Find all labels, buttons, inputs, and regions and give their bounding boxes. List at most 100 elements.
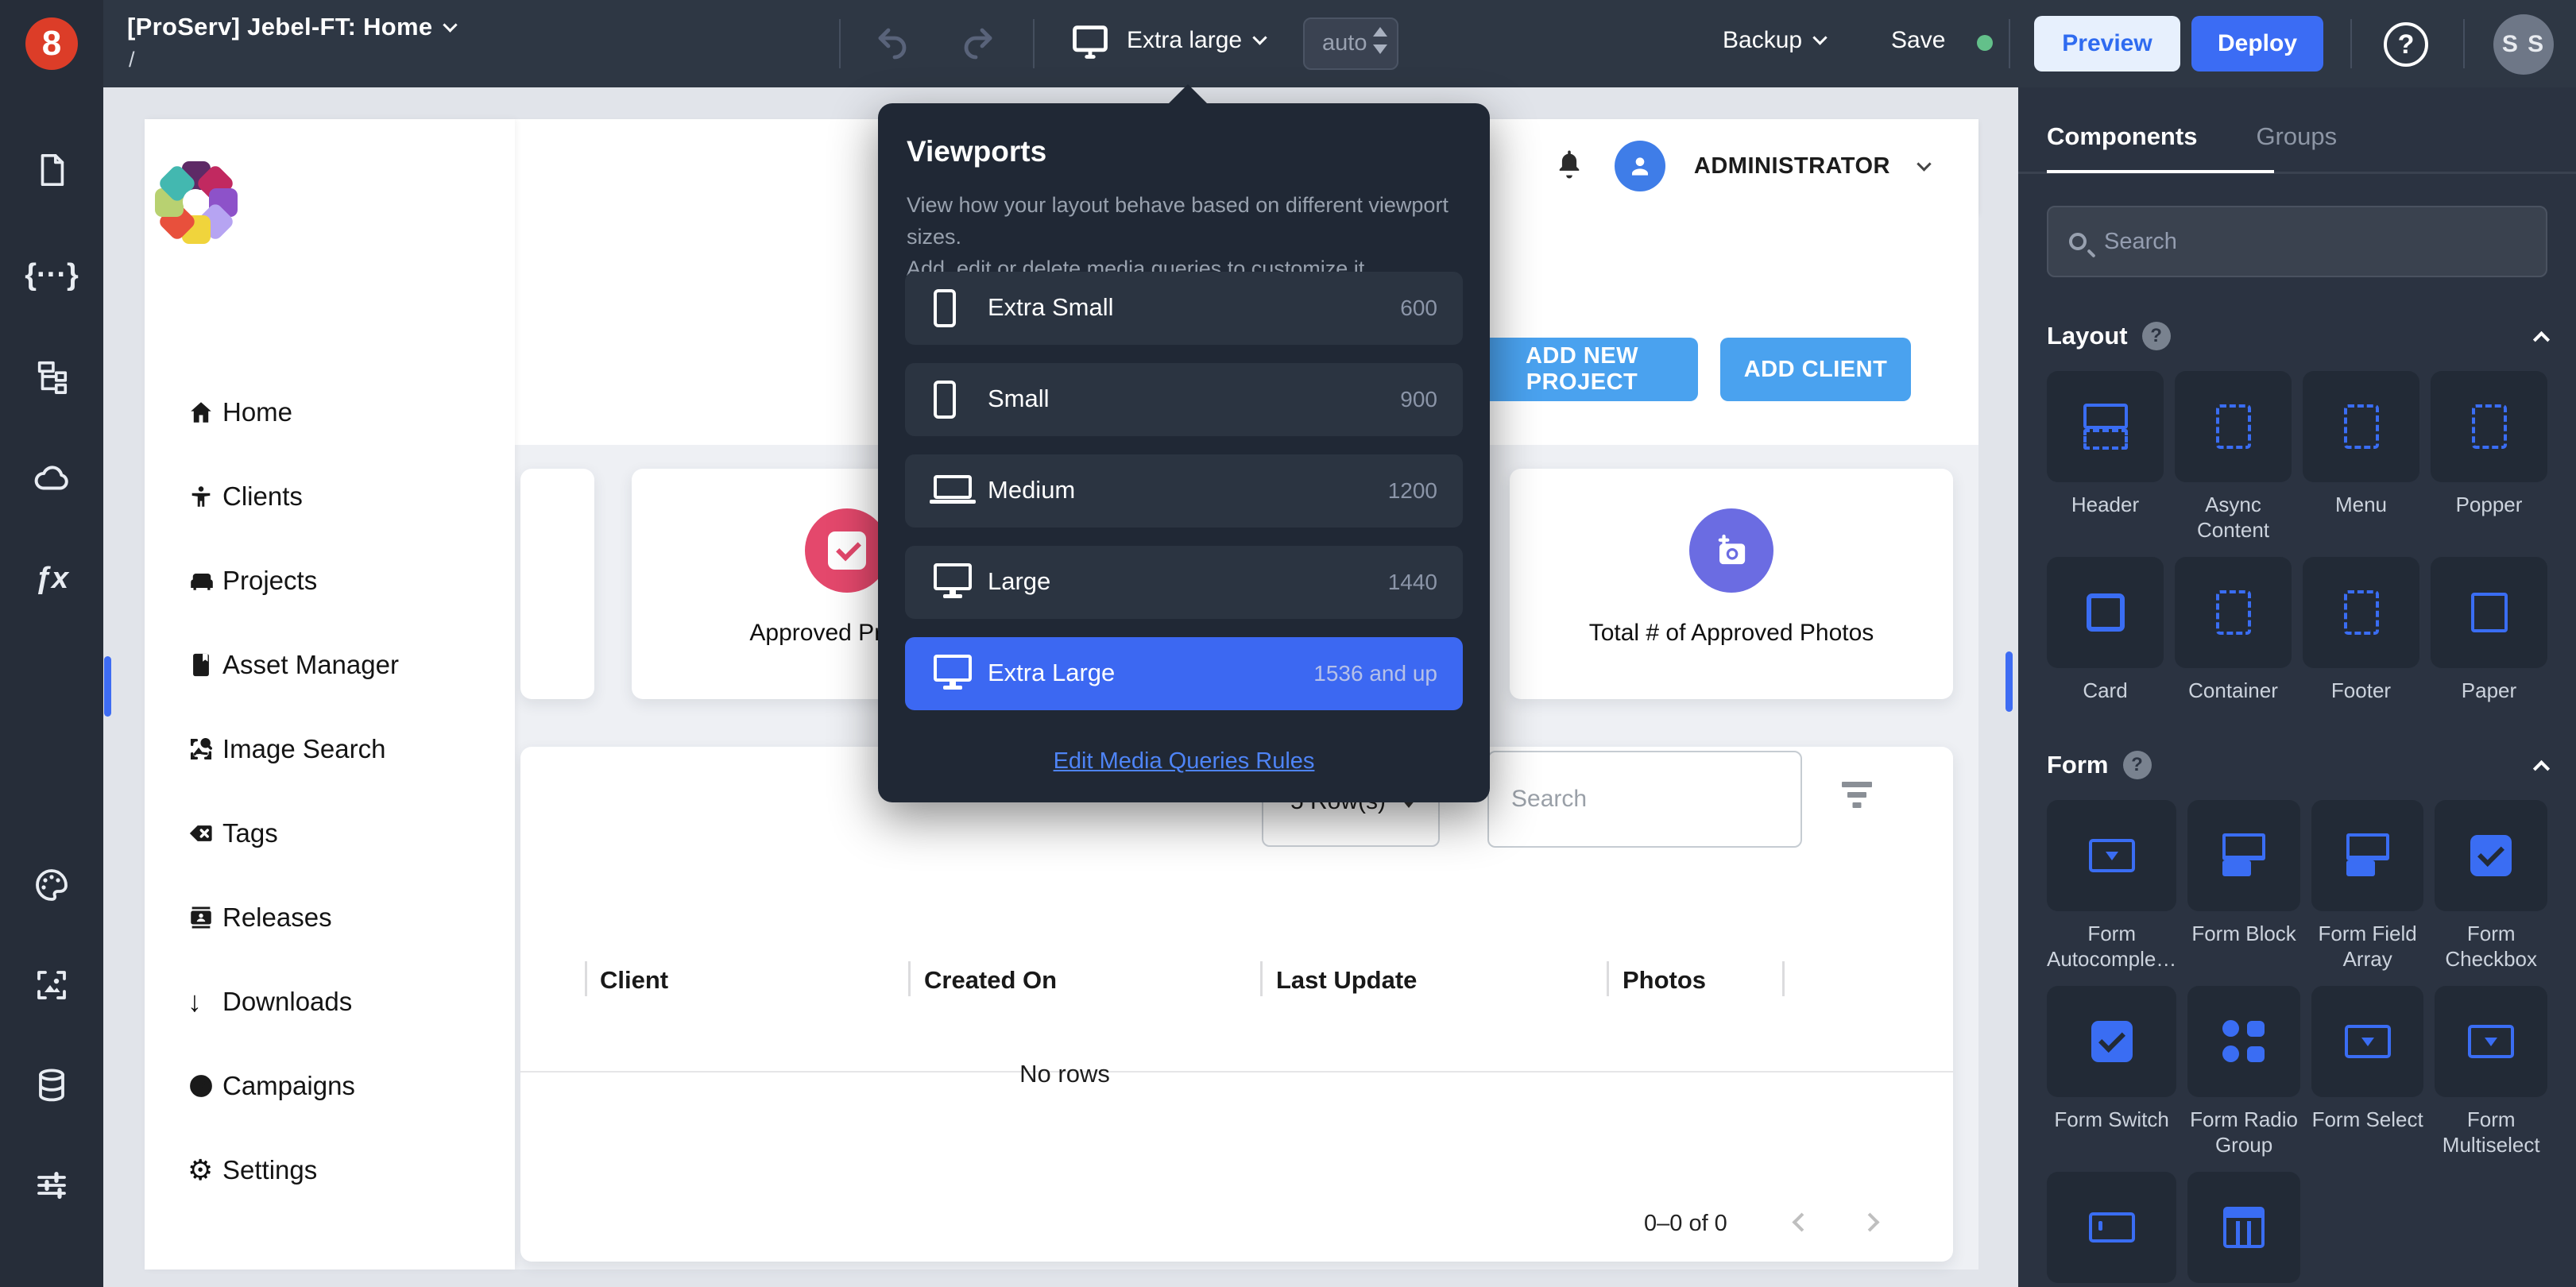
screens-icon[interactable]	[0, 145, 103, 195]
nav-item-clients[interactable]: Clients	[188, 480, 399, 513]
nav-item-downloads[interactable]: ↓ Downloads	[188, 985, 399, 1018]
component-tile-Container[interactable]	[2175, 557, 2292, 668]
collapse-chevron-icon[interactable]	[2532, 759, 2551, 777]
stepper-arrows[interactable]	[1373, 27, 1387, 54]
budibase-logo[interactable]: 8	[0, 0, 103, 87]
nav-item-releases[interactable]: Releases	[188, 901, 399, 934]
settings-sliders-icon[interactable]	[0, 1160, 103, 1211]
nav-item-projects[interactable]: Projects	[188, 564, 399, 597]
component-tile-Form Block[interactable]	[2187, 800, 2300, 911]
search-icon	[2069, 233, 2087, 250]
component-tile-Card[interactable]	[2047, 557, 2164, 668]
column-divider	[1607, 961, 1609, 996]
undo-icon[interactable]	[874, 24, 912, 66]
pagination-range: 0–0 of 0	[1644, 1211, 1727, 1236]
table-search-input[interactable]	[1487, 751, 1802, 848]
preview-button[interactable]: Preview	[2034, 16, 2180, 72]
form-tile-grid: Form Autocomple… Form Block Form Field Arr…	[2047, 800, 2547, 1287]
empty-table-text: No rows	[1019, 1060, 1110, 1088]
viewport-option-small[interactable]: Small 900	[905, 363, 1463, 436]
tab-groups[interactable]: Groups	[2256, 122, 2337, 172]
bindings-icon[interactable]: {···}	[0, 249, 103, 300]
contact-card-icon	[188, 904, 222, 931]
help-icon[interactable]: ?	[2141, 322, 2171, 350]
chevron-down-icon[interactable]	[1917, 156, 1932, 172]
nav-item-tags[interactable]: Tags	[188, 817, 399, 850]
filter-icon[interactable]	[1839, 782, 1874, 814]
nav-item-image-search[interactable]: Image Search	[188, 732, 399, 766]
component-tile-Form Multiselect[interactable]	[2435, 986, 2547, 1097]
backup-menu[interactable]: Backup	[1723, 27, 1828, 54]
viewport-option-medium[interactable]: Medium 1200	[905, 454, 1463, 528]
viewport-selector[interactable]: Extra large	[1127, 27, 1267, 54]
nav-item-asset-manager[interactable]: Asset Manager	[188, 648, 399, 682]
user-avatar-icon[interactable]	[1614, 141, 1665, 191]
component-search[interactable]	[2047, 206, 2547, 277]
tab-components[interactable]: Components	[2047, 122, 2197, 172]
functions-icon[interactable]: ƒx	[0, 553, 103, 604]
cloud-icon[interactable]	[0, 453, 103, 504]
user-avatar[interactable]: S S	[2493, 14, 2554, 75]
column-header-created-on[interactable]: Created On	[924, 966, 1057, 995]
viewports-popover: Viewports View how your layout behave ba…	[878, 84, 1490, 802]
help-icon[interactable]: ?	[2122, 751, 2152, 779]
nav-item-settings[interactable]: ⚙ Settings	[188, 1154, 399, 1187]
pagination-next-icon[interactable]	[1860, 1212, 1880, 1232]
assets-image-icon[interactable]	[0, 960, 103, 1011]
component-tile-Header[interactable]	[2047, 371, 2164, 482]
viewport-resize-handle-right[interactable]	[2005, 651, 2013, 712]
component-search-input[interactable]	[2102, 227, 2525, 256]
component-tile-Form Autocomple…[interactable]	[2047, 800, 2177, 911]
help-icon[interactable]: ?	[2384, 22, 2428, 67]
component-tile-Form Radio Group[interactable]	[2187, 986, 2300, 1097]
viewport-option-extra-small[interactable]: Extra Small 600	[905, 272, 1463, 345]
redo-icon[interactable]	[958, 24, 996, 66]
component-tile-Form Checkbox[interactable]	[2435, 800, 2547, 911]
component-tile-Form Switch[interactable]	[2047, 986, 2177, 1097]
component-tile-Form Field Array[interactable]	[2311, 800, 2424, 911]
component-tile-Paper[interactable]	[2431, 557, 2547, 668]
add-client-button[interactable]: ADD CLIENT	[1720, 338, 1911, 401]
viewport-option-large[interactable]: Large 1440	[905, 546, 1463, 619]
save-button[interactable]: Save	[1891, 27, 1945, 54]
edit-media-queries-link[interactable]: Edit Media Queries Rules	[878, 748, 1490, 775]
viewport-resize-handle-left[interactable]	[104, 656, 111, 717]
theme-palette-icon[interactable]	[0, 860, 103, 910]
width-stepper[interactable]: auto	[1303, 17, 1398, 70]
viewport-option-extra-large[interactable]: Extra Large 1536 and up	[905, 637, 1463, 710]
divider	[2463, 19, 2465, 68]
select-icon	[2468, 1025, 2515, 1058]
column-header-client[interactable]: Client	[600, 966, 668, 995]
tag-icon	[188, 820, 222, 847]
component-tree-icon[interactable]	[0, 351, 103, 402]
bell-icon[interactable]	[1553, 148, 1586, 185]
pagination-prev-icon[interactable]	[1792, 1212, 1812, 1232]
component-tile-label: Form Autocomple…	[2047, 922, 2177, 971]
component-tile-Form Text Field[interactable]	[2047, 1172, 2177, 1283]
monitor-icon	[1069, 21, 1111, 66]
card-icon	[2086, 593, 2125, 632]
component-cell: Async Content	[2175, 371, 2292, 543]
column-header-photos[interactable]: Photos	[1623, 966, 1706, 995]
nav-item-home[interactable]: Home	[188, 396, 399, 429]
component-tile-Async Content[interactable]	[2175, 371, 2292, 482]
component-tile-Footer[interactable]	[2303, 557, 2419, 668]
component-tile-Menu[interactable]	[2303, 371, 2419, 482]
deploy-button[interactable]: Deploy	[2191, 16, 2323, 72]
component-tile-Popper[interactable]	[2431, 371, 2547, 482]
app-title[interactable]: [ProServ] Jebel-FT: Home	[127, 13, 458, 41]
builder-left-rail: {···} ƒx	[0, 87, 103, 1287]
screen-path[interactable]: /	[129, 48, 135, 72]
collapse-chevron-icon[interactable]	[2532, 330, 2551, 348]
step-up-icon[interactable]	[1373, 27, 1387, 37]
data-database-icon[interactable]	[0, 1060, 103, 1111]
components-panel: Components Groups Layout ? Header Async C…	[2018, 87, 2576, 1287]
step-down-icon[interactable]	[1373, 44, 1387, 54]
nav-item-campaigns[interactable]: Campaigns	[188, 1069, 399, 1103]
component-tile-Form Select[interactable]	[2311, 986, 2424, 1097]
component-tile-Form Date Picker[interactable]	[2187, 1172, 2300, 1283]
add-new-project-button[interactable]: ADD NEW PROJECT	[1466, 338, 1698, 401]
book-icon	[188, 651, 222, 678]
app-sidebar: Home Clients Projects Asset Manager Imag…	[145, 119, 515, 1270]
column-header-last-update[interactable]: Last Update	[1276, 966, 1417, 995]
